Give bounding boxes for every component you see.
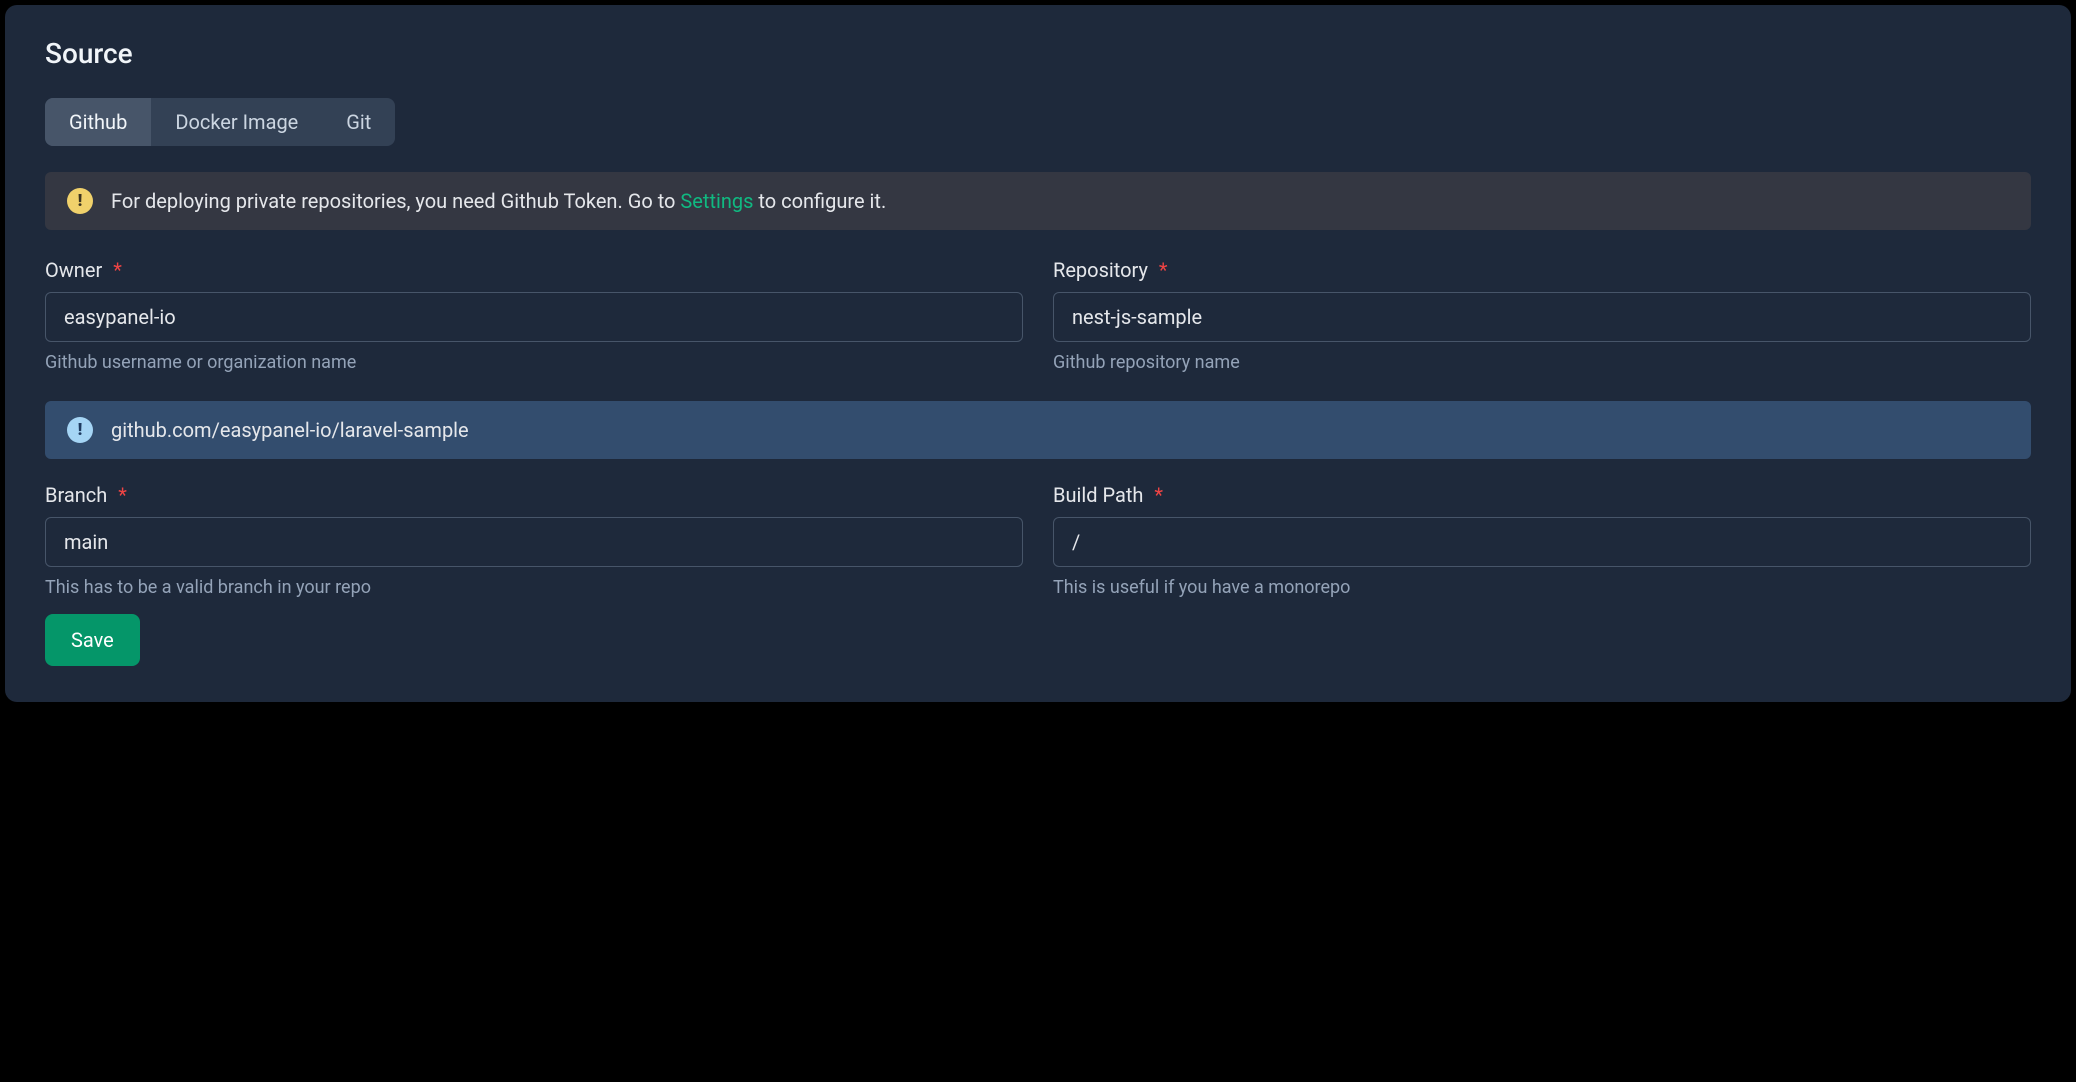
settings-link[interactable]: Settings — [680, 189, 753, 213]
source-tabs: Github Docker Image Git — [45, 98, 395, 146]
branch-label-text: Branch — [45, 483, 107, 507]
info-icon: ! — [67, 417, 93, 443]
repository-input[interactable] — [1053, 292, 2031, 342]
owner-label-text: Owner — [45, 258, 102, 282]
source-panel: Source Github Docker Image Git ! For dep… — [5, 5, 2071, 702]
build-path-hint: This is useful if you have a monorepo — [1053, 577, 2031, 598]
tab-github[interactable]: Github — [45, 98, 151, 146]
warning-text-before: For deploying private repositories, you … — [111, 189, 680, 213]
repository-label: Repository * — [1053, 258, 2031, 282]
form-grid: Owner * Github username or organization … — [45, 258, 2031, 598]
required-star: * — [118, 483, 127, 507]
repo-url-info-wrapper: ! github.com/easypanel-io/laravel-sample — [45, 397, 2031, 459]
branch-hint: This has to be a valid branch in your re… — [45, 577, 1023, 598]
owner-label: Owner * — [45, 258, 1023, 282]
repo-url-text: github.com/easypanel-io/laravel-sample — [111, 418, 469, 442]
tab-docker-image[interactable]: Docker Image — [151, 98, 322, 146]
branch-label: Branch * — [45, 483, 1023, 507]
owner-input[interactable] — [45, 292, 1023, 342]
repo-url-info: ! github.com/easypanel-io/laravel-sample — [45, 401, 2031, 459]
branch-field: Branch * This has to be a valid branch i… — [45, 483, 1023, 598]
build-path-label-text: Build Path — [1053, 483, 1143, 507]
required-star: * — [1154, 483, 1163, 507]
build-path-input[interactable] — [1053, 517, 2031, 567]
repository-label-text: Repository — [1053, 258, 1148, 282]
build-path-field: Build Path * This is useful if you have … — [1053, 483, 2031, 598]
owner-field: Owner * Github username or organization … — [45, 258, 1023, 373]
warning-icon: ! — [67, 188, 93, 214]
github-token-warning: ! For deploying private repositories, yo… — [45, 172, 2031, 230]
tab-git[interactable]: Git — [322, 98, 395, 146]
warning-text: For deploying private repositories, you … — [111, 189, 886, 213]
repository-field: Repository * Github repository name — [1053, 258, 2031, 373]
required-star: * — [113, 258, 122, 282]
form-actions: Save — [45, 606, 2031, 666]
branch-input[interactable] — [45, 517, 1023, 567]
owner-hint: Github username or organization name — [45, 352, 1023, 373]
build-path-label: Build Path * — [1053, 483, 2031, 507]
save-button[interactable]: Save — [45, 614, 140, 666]
required-star: * — [1159, 258, 1168, 282]
panel-title: Source — [45, 37, 2031, 70]
repository-hint: Github repository name — [1053, 352, 2031, 373]
warning-text-after: to configure it. — [758, 189, 886, 213]
